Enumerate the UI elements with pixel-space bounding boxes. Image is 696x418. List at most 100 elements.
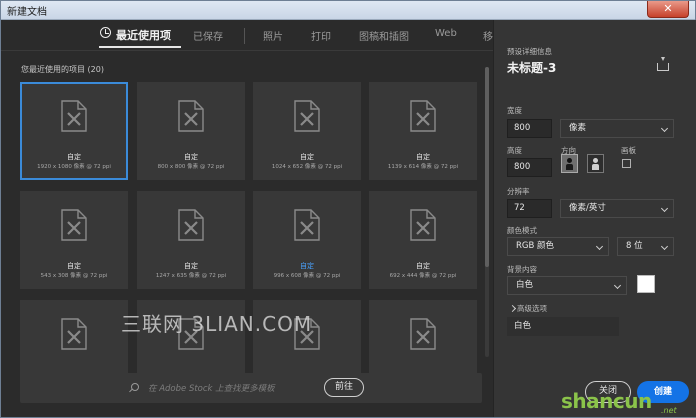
recent-item-tile[interactable]: 自定 800 x 800 像素 @ 72 ppi xyxy=(137,82,245,180)
category-tabs: 最近使用项 已保存 照片 打印 图稿和插图 Web 移动设备 xyxy=(1,20,523,50)
tile-name: 自定 xyxy=(184,153,198,161)
width-unit-select[interactable]: 像素 xyxy=(560,119,674,138)
tile-name: 自定 xyxy=(184,262,198,270)
tile-size: 800 x 800 像素 @ 72 ppi xyxy=(157,164,225,170)
resolution-unit-select[interactable]: 像素/英寸 xyxy=(560,199,674,218)
resolution-label: 分辨率 xyxy=(507,187,530,196)
document-icon xyxy=(61,209,87,241)
tab-photo[interactable]: 照片 xyxy=(263,28,283,43)
recent-item-tile[interactable]: 自定 1139 x 614 像素 @ 72 ppi xyxy=(369,82,477,180)
preset-details-label: 预设详细信息 xyxy=(507,47,552,56)
grid-scrollbar[interactable] xyxy=(485,67,489,357)
bit-depth-value: 8 位 xyxy=(626,241,643,251)
tile-name: 自定 xyxy=(416,153,430,161)
document-icon xyxy=(294,100,320,132)
stock-search-input[interactable]: 在 Adobe Stock 上查找更多模板 xyxy=(148,382,275,394)
resolution-input[interactable]: 72 xyxy=(507,199,552,218)
tile-name: 自定 xyxy=(300,262,314,270)
chevron-down-icon xyxy=(595,242,604,251)
recent-item-tile[interactable]: 自定 1247 x 635 像素 @ 72 ppi xyxy=(137,191,245,289)
tab-saved[interactable]: 已保存 xyxy=(193,28,223,43)
recent-items-title: 您最近使用的项目 (20) xyxy=(21,65,104,74)
brand-sub: .net xyxy=(661,406,677,415)
document-icon xyxy=(178,100,204,132)
new-document-dialog: 新建文档 ✕ 最近使用项 已保存 照片 打印 图稿和插图 Web 移动设备 您最… xyxy=(0,0,696,418)
tile-size: 543 x 308 像素 @ 72 ppi xyxy=(40,273,108,279)
color-mode-value: RGB 颜色 xyxy=(516,241,555,251)
window-close-button[interactable]: ✕ xyxy=(647,1,689,18)
background-color-swatch[interactable] xyxy=(637,275,655,293)
background-label: 背景内容 xyxy=(507,265,537,274)
resolution-unit-value: 像素/英寸 xyxy=(569,203,606,213)
go-button[interactable]: 前往 xyxy=(324,378,364,397)
color-mode-label: 颜色模式 xyxy=(507,226,537,235)
document-icon xyxy=(294,209,320,241)
tab-web[interactable]: Web xyxy=(435,28,457,39)
divider xyxy=(1,50,493,51)
tile-name: 自定 xyxy=(416,262,430,270)
recent-item-tile[interactable]: 自定 996 x 608 像素 @ 72 ppi xyxy=(253,191,361,289)
width-label: 宽度 xyxy=(507,106,522,115)
preset-details-panel xyxy=(493,20,696,417)
tile-name: 自定 xyxy=(300,153,314,161)
artboard-label: 画板 xyxy=(621,146,636,155)
tab-recent[interactable]: 最近使用项 xyxy=(116,27,171,43)
recent-item-tile[interactable]: 自定 543 x 308 像素 @ 72 ppi xyxy=(20,191,128,289)
watermark: 三联网 3LIAN.COM xyxy=(121,312,313,336)
search-icon xyxy=(131,383,139,391)
active-tab-indicator xyxy=(99,46,181,48)
adobe-stock-bar: 在 Adobe Stock 上查找更多模板 前往 xyxy=(20,373,482,403)
tile-size: 1247 x 635 像素 @ 72 ppi xyxy=(155,273,227,279)
window-title: 新建文档 xyxy=(7,7,47,18)
height-label: 高度 xyxy=(507,146,522,155)
document-icon xyxy=(410,100,436,132)
save-preset-icon[interactable] xyxy=(657,57,669,71)
document-icon xyxy=(410,318,436,350)
tile-name: 自定 xyxy=(67,153,81,161)
chevron-down-icon xyxy=(660,204,669,213)
tile-size: 996 x 608 像素 @ 72 ppi xyxy=(273,273,341,279)
recent-item-tile[interactable] xyxy=(369,300,477,382)
tab-art-illustration[interactable]: 图稿和插图 xyxy=(359,28,409,43)
person-icon xyxy=(592,158,599,170)
brand-main: shancun xyxy=(561,389,652,413)
tile-size: 1920 x 1080 像素 @ 72 ppi xyxy=(37,164,111,170)
recent-items-grid: 自定 1920 x 1080 像素 @ 72 ppi 自定 800 x 800 像素 … xyxy=(20,82,482,382)
recent-item-tile[interactable] xyxy=(20,300,128,382)
width-input[interactable]: 800 xyxy=(507,119,552,138)
tab-separator xyxy=(244,28,245,44)
title-bar: 新建文档 ✕ xyxy=(1,1,695,20)
background-select[interactable]: 白色 xyxy=(507,276,627,295)
color-mode-select[interactable]: RGB 颜色 xyxy=(507,237,609,256)
presets-panel: 最近使用项 已保存 照片 打印 图稿和插图 Web 移动设备 您最近使用的项目 … xyxy=(1,20,523,417)
tile-size: 692 x 444 像素 @ 72 ppi xyxy=(389,273,457,279)
recent-item-tile[interactable]: 自定 1920 x 1080 像素 @ 72 ppi xyxy=(20,82,128,180)
tile-size: 1024 x 652 像素 @ 72 ppi xyxy=(271,164,343,170)
landscape-orientation-button[interactable] xyxy=(587,154,604,173)
site-watermark-logo: shancun .net xyxy=(561,386,695,417)
recent-item-tile[interactable]: 自定 692 x 444 像素 @ 72 ppi xyxy=(369,191,477,289)
document-icon xyxy=(178,209,204,241)
artboard-checkbox[interactable] xyxy=(622,159,631,168)
width-unit-value: 像素 xyxy=(569,123,587,133)
recent-item-tile[interactable]: 自定 1024 x 652 像素 @ 72 ppi xyxy=(253,82,361,180)
portrait-orientation-button[interactable] xyxy=(561,154,578,173)
advanced-options-toggle[interactable]: 高级选项 xyxy=(517,303,547,314)
document-icon xyxy=(410,209,436,241)
height-input[interactable]: 800 xyxy=(507,158,552,177)
advanced-options-value[interactable]: 白色 xyxy=(507,317,619,336)
document-icon xyxy=(61,100,87,132)
clock-icon xyxy=(100,27,111,38)
chevron-down-icon xyxy=(660,242,669,251)
document-icon xyxy=(61,318,87,350)
chevron-down-icon xyxy=(613,281,622,290)
chevron-down-icon xyxy=(660,124,669,133)
bit-depth-select[interactable]: 8 位 xyxy=(617,237,674,256)
tile-name: 自定 xyxy=(67,262,81,270)
document-name[interactable]: 未标题-3 xyxy=(507,59,556,76)
background-value: 白色 xyxy=(516,280,534,290)
tile-size: 1139 x 614 像素 @ 72 ppi xyxy=(387,164,459,170)
scrollbar-thumb[interactable] xyxy=(485,67,489,267)
tab-print[interactable]: 打印 xyxy=(311,28,331,43)
person-icon xyxy=(566,158,573,170)
